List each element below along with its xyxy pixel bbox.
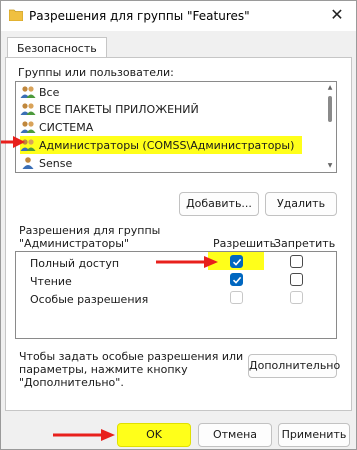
full-access-allow-checkbox[interactable] (230, 255, 243, 268)
user-icon (22, 157, 34, 169)
permission-row-label: Чтение (30, 275, 72, 288)
users-icon (20, 103, 36, 115)
list-item[interactable]: СИСТЕМА (20, 118, 93, 136)
read-allow-checkbox[interactable] (230, 273, 243, 286)
permission-row-label: Полный доступ (30, 257, 120, 270)
list-item-selected[interactable]: Администраторы (COMSS\Администраторы) (20, 136, 303, 154)
advanced-hint-line3: "Дополнительно". (19, 376, 124, 389)
list-item-label: СИСТЕМА (39, 120, 94, 134)
window-title: Разрешения для группы "Features" (29, 9, 250, 23)
annotation-arrow-icon (156, 256, 218, 268)
list-item-label: ВСЕ ПАКЕТЫ ПРИЛОЖЕНИЙ (39, 102, 199, 116)
checkmark-icon (232, 276, 242, 284)
list-item-label: Администраторы (COMSS\Администраторы) (39, 138, 295, 152)
advanced-hint-line2: параметры, нажмите кнопку (19, 363, 188, 376)
annotation-arrow-icon (1, 136, 25, 148)
special-allow-checkbox (230, 291, 243, 304)
title-bar: Разрешения для группы "Features" ✕ (1, 1, 356, 31)
list-item-label: Sense (39, 156, 73, 170)
special-deny-checkbox (290, 291, 303, 304)
folder-icon (9, 9, 23, 21)
ok-button[interactable]: OK (117, 423, 191, 447)
checkmark-icon (232, 258, 242, 266)
list-scrollbar[interactable]: ▲ ▼ (326, 84, 334, 170)
tab-strip: Безопасность (5, 35, 352, 60)
scroll-up-icon[interactable]: ▲ (326, 84, 334, 92)
annotation-arrow-icon (53, 429, 115, 441)
groups-list[interactable]: Все ВСЕ ПАКЕТЫ ПРИЛОЖЕНИЙ СИСТЕМА Админи… (15, 81, 337, 173)
full-access-deny-checkbox[interactable] (290, 255, 303, 268)
advanced-button[interactable]: Дополнительно (248, 354, 340, 378)
list-item[interactable]: Sense (20, 154, 72, 172)
list-item[interactable]: ВСЕ ПАКЕТЫ ПРИЛОЖЕНИЙ (20, 100, 199, 118)
list-item-label: Все (39, 85, 60, 99)
cancel-button[interactable]: Отмена (198, 423, 272, 447)
permissions-dialog: Разрешения для группы "Features" ✕ Безоп… (0, 0, 357, 450)
permissions-label-line1: Разрешения для группы (19, 224, 161, 237)
scroll-thumb[interactable] (328, 96, 332, 122)
allow-column-header: Разрешить (213, 237, 277, 250)
list-item[interactable]: Все (20, 83, 59, 101)
users-icon (20, 121, 36, 133)
deny-column-header: Запретить (274, 237, 336, 250)
permissions-label-line2: "Администраторы" (19, 237, 130, 250)
read-deny-checkbox[interactable] (290, 273, 303, 286)
users-icon (20, 86, 36, 98)
advanced-hint-line1: Чтобы задать особые разрешения или (19, 350, 244, 363)
close-icon[interactable]: ✕ (328, 6, 346, 24)
scroll-down-icon[interactable]: ▼ (326, 162, 334, 170)
permission-row-label: Особые разрешения (30, 293, 149, 306)
remove-button[interactable]: Удалить (265, 192, 337, 216)
groups-label: Группы или пользователи: (18, 66, 174, 79)
apply-button[interactable]: Применить (278, 423, 350, 447)
add-button[interactable]: Добавить... (179, 192, 259, 216)
